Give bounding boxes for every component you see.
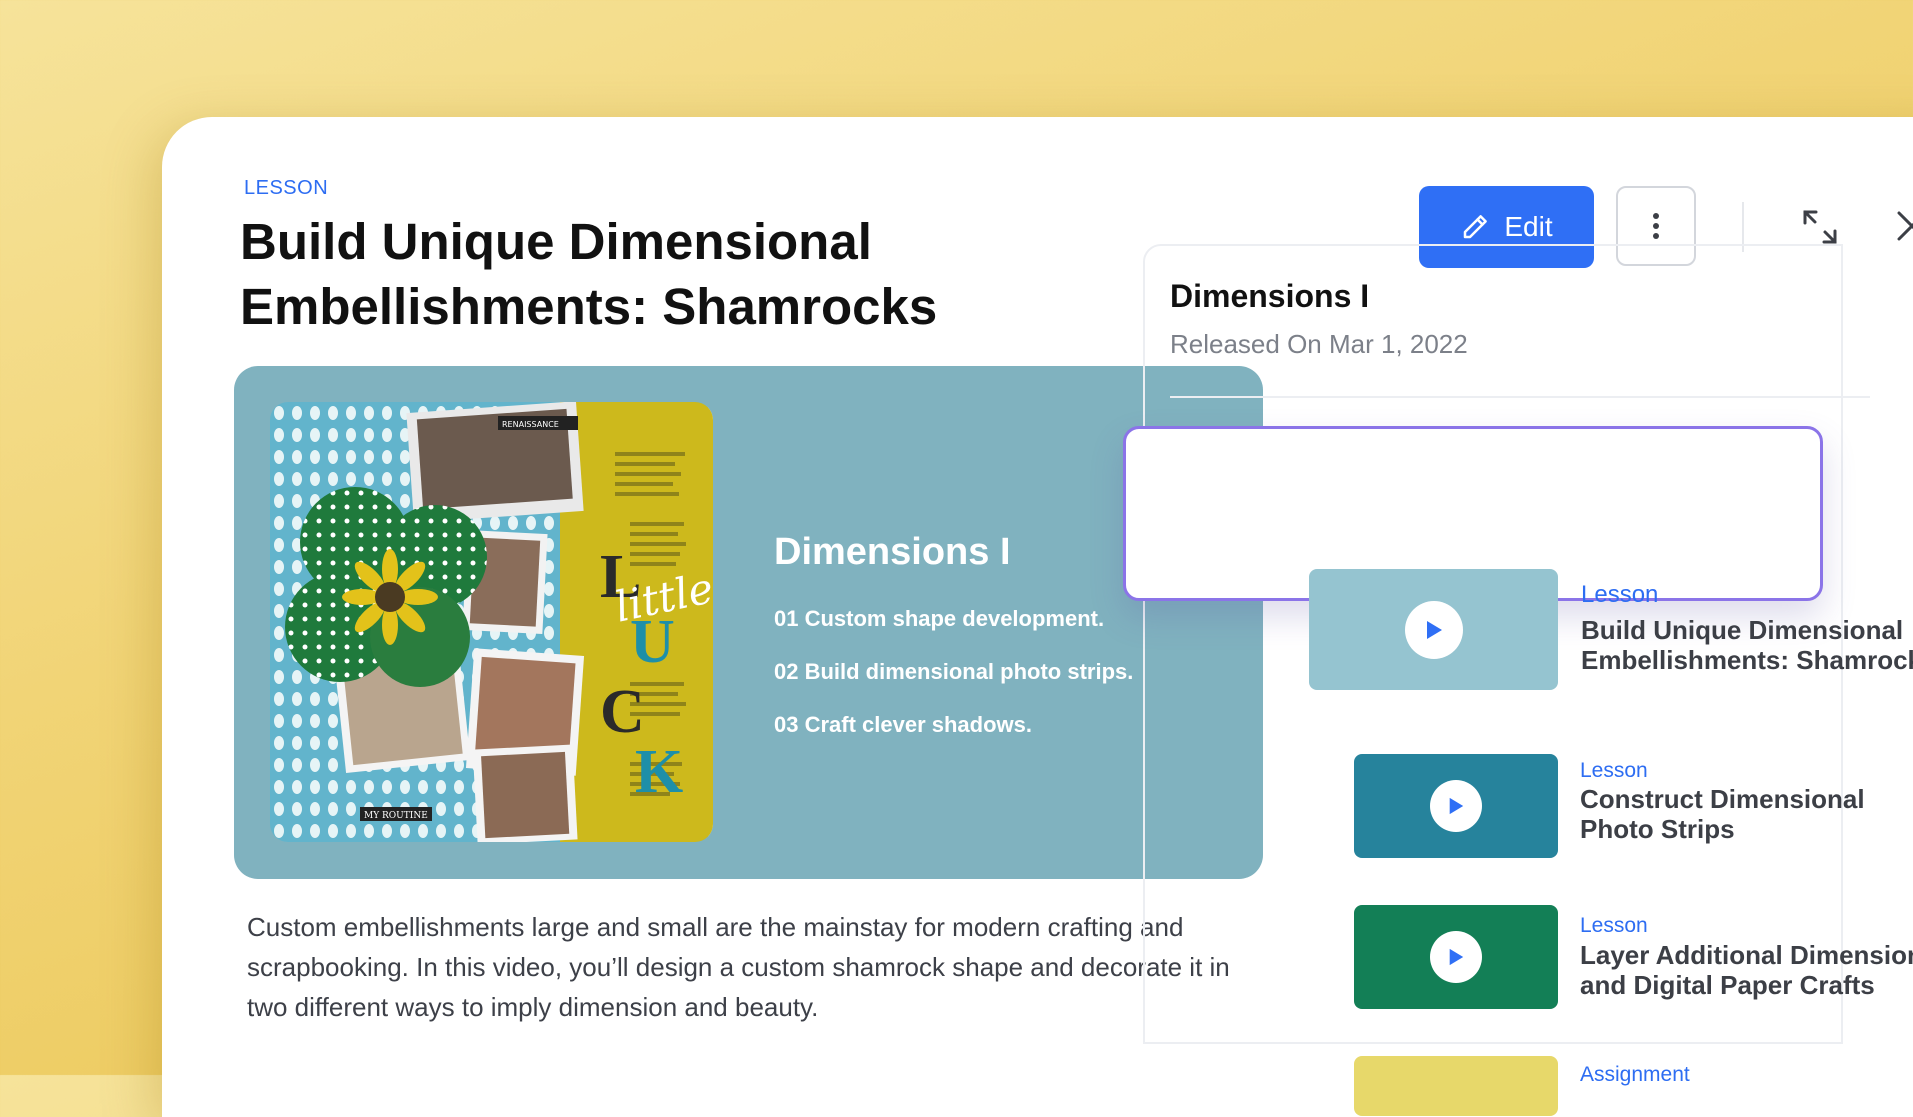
panel-divider [1170, 396, 1870, 398]
play-icon [1430, 780, 1482, 832]
item-title-line[interactable]: and Digital Paper Crafts [1580, 970, 1875, 1000]
item-title-line: Build Unique Dimensional [1581, 615, 1904, 645]
item-kind: Assignment [1580, 1063, 1690, 1086]
lesson-description: Custom embellishments large and small ar… [247, 912, 1230, 1022]
scrapbook-layout-image: L U C K little RENAISSANCE MY ROUTINE [270, 402, 713, 842]
item-kind: Lesson [1580, 914, 1648, 937]
item-title-line[interactable]: Construct Dimensional [1580, 784, 1865, 814]
objective-item: 01 Custom shape development. [774, 606, 1105, 631]
lesson-thumbnail: L U C K little RENAISSANCE MY ROUTINE [270, 402, 713, 842]
item-title-line: Embellishments: Shamrocks [1581, 645, 1913, 675]
item-thumbnail[interactable] [1354, 905, 1558, 1009]
lesson-eyebrow: LESSON [244, 177, 329, 199]
hero-title: Dimensions I [774, 531, 1011, 573]
objective-item: 03 Craft clever shadows. [774, 712, 1033, 737]
item-kind: Lesson [1581, 581, 1659, 608]
tag-text-1: RENAISSANCE [502, 420, 559, 429]
svg-text:C: C [600, 678, 645, 746]
expand-icon[interactable] [1802, 209, 1838, 245]
item-thumbnail[interactable] [1354, 1056, 1558, 1116]
edit-button-label: Edit [1504, 211, 1553, 242]
more-vertical-icon [1653, 213, 1659, 239]
item-thumbnail[interactable] [1354, 754, 1558, 858]
objective-item: 02 Build dimensional photo strips. [774, 659, 1134, 684]
course-title: Dimensions I [1170, 278, 1370, 314]
item-title-line[interactable]: Layer Additional Dimension [1580, 940, 1913, 970]
lesson-hero: L U C K little RENAISSANCE MY ROUTINE Di… [234, 366, 1263, 879]
release-date: Released On Mar 1, 2022 [1170, 329, 1468, 359]
hero-objectives: 01 Custom shape development. 02 Build di… [774, 606, 1133, 765]
item-thumbnail[interactable] [1309, 569, 1558, 690]
item-title-line[interactable]: Photo Strips [1580, 814, 1735, 844]
play-icon [1404, 600, 1463, 659]
lesson-title: Build Unique Dimensional Embellishments:… [240, 213, 938, 335]
pencil-icon [1464, 215, 1488, 239]
close-icon[interactable] [1895, 209, 1913, 243]
svg-text:K: K [635, 738, 683, 806]
tag-text-2: MY ROUTINE [364, 811, 428, 821]
play-icon [1430, 931, 1482, 983]
item-kind: Lesson [1580, 759, 1648, 782]
